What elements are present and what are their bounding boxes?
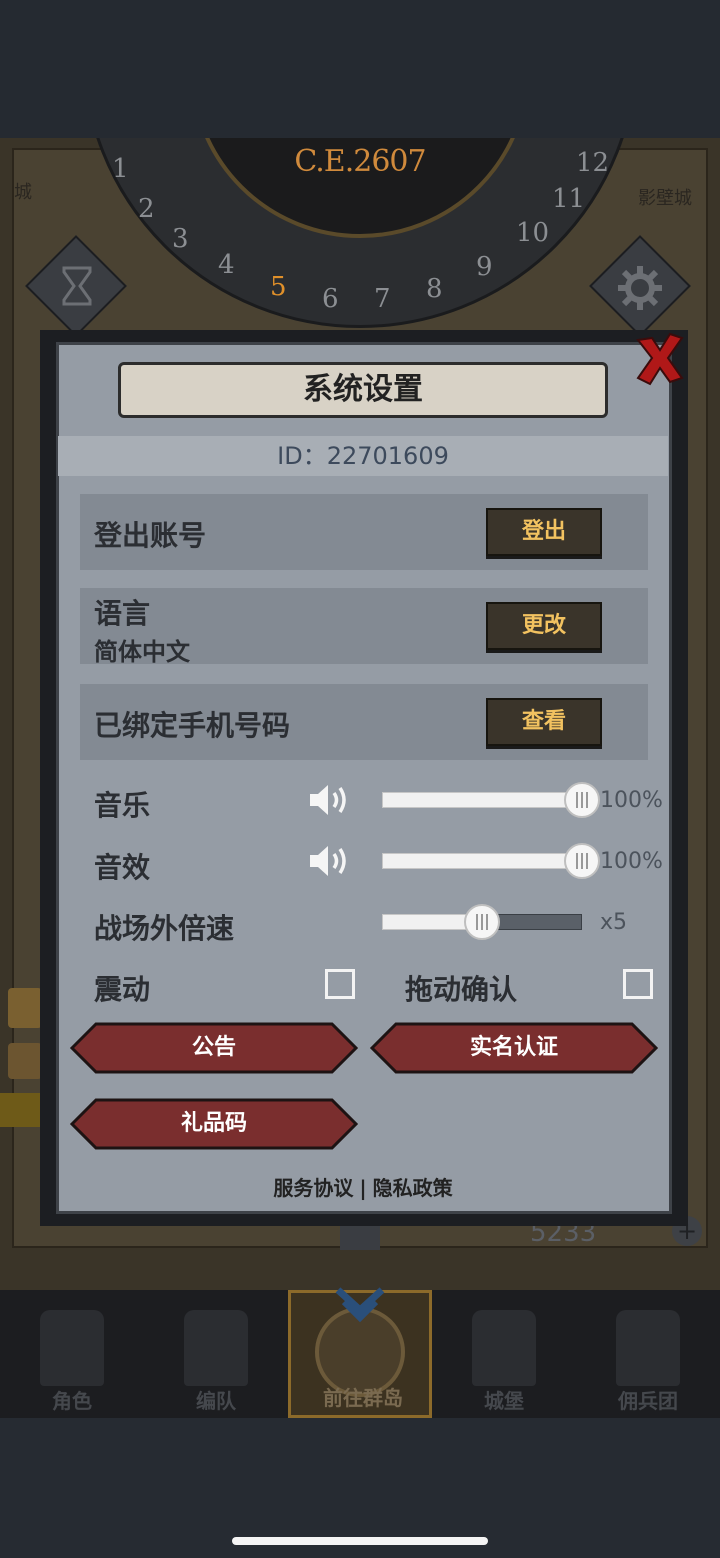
announcement-label: 公告	[191, 1035, 236, 1060]
link-separator: |	[359, 1176, 367, 1200]
language-value: 简体中文	[94, 638, 190, 666]
mail-scroll-icon[interactable]	[8, 1043, 42, 1079]
drag-confirm-label: 拖动确认	[405, 973, 518, 1006]
change-language-button[interactable]: 更改	[486, 602, 602, 650]
footer-links: 服务协议 | 隐私政策	[58, 1172, 668, 1201]
drag-confirm-checkbox[interactable]	[623, 969, 653, 999]
logout-button[interactable]: 登出	[486, 508, 602, 556]
nav-label: 角色	[52, 1389, 92, 1413]
dial-number-9: 9	[476, 252, 493, 282]
scroll-down-button[interactable]	[340, 1222, 380, 1250]
service-agreement-link[interactable]: 服务协议	[273, 1176, 353, 1200]
dial-number-6: 6	[322, 284, 339, 314]
dial-number-1: 1	[112, 154, 129, 184]
helmet-icon	[184, 1310, 248, 1386]
vibrate-checkbox[interactable]	[325, 969, 355, 999]
bottom-nav: 角色 编队 前往群岛 城堡 佣兵团	[0, 1287, 720, 1418]
dial-number-8: 8	[426, 274, 443, 304]
dial-number-5[interactable]: 5	[270, 272, 287, 302]
speaker-icon[interactable]	[308, 782, 352, 818]
castle-icon	[472, 1310, 536, 1386]
gift-code-button[interactable]: 礼品码	[70, 1098, 358, 1150]
phone-label: 已绑定手机号码	[94, 709, 291, 742]
dial-number-2: 2	[138, 194, 155, 224]
dial-number-11: 11	[552, 184, 586, 214]
dial-number-3: 3	[172, 224, 189, 254]
search-icon[interactable]	[0, 1093, 42, 1127]
nav-castle[interactable]: 城堡	[432, 1290, 576, 1418]
nav-character[interactable]: 角色	[0, 1290, 144, 1418]
dial-number-4: 4	[218, 250, 235, 280]
user-id: ID：22701609	[277, 442, 449, 470]
privacy-policy-link[interactable]: 隐私政策	[373, 1176, 453, 1200]
nav-label: 佣兵团	[618, 1389, 678, 1413]
quest-scroll-icon[interactable]	[8, 988, 42, 1028]
city-label: 影壁城	[638, 188, 692, 209]
top-bar	[0, 0, 720, 138]
real-name-auth-label: 实名认证	[469, 1035, 558, 1060]
speed-value: x5	[600, 910, 628, 935]
music-slider-knob[interactable]	[564, 782, 600, 818]
music-value: 100%	[600, 788, 663, 813]
nav-mercenary[interactable]: 佣兵团	[576, 1290, 720, 1418]
home-indicator[interactable]	[232, 1537, 488, 1545]
sfx-label: 音效	[94, 851, 151, 884]
speed-slider-knob[interactable]	[464, 904, 500, 940]
speaker-icon[interactable]	[308, 843, 352, 879]
sfx-slider[interactable]	[382, 853, 582, 869]
city-label-left: 城	[14, 182, 32, 203]
nav-label: 编队	[196, 1389, 236, 1413]
announcement-button[interactable]: 公告	[70, 1022, 358, 1074]
knight-icon	[40, 1310, 104, 1386]
real-name-auth-button[interactable]: 实名认证	[370, 1022, 658, 1074]
dial-number-12: 12	[576, 148, 610, 178]
sfx-value: 100%	[600, 849, 663, 874]
speed-label: 战场外倍速	[94, 912, 235, 945]
banner-icon	[616, 1310, 680, 1386]
close-icon[interactable]	[632, 330, 688, 386]
year-label: C.E.2607	[294, 144, 426, 179]
hourglass-icon	[62, 266, 92, 306]
dialog-title: 系统设置	[303, 372, 423, 407]
nav-label: 城堡	[484, 1389, 524, 1413]
chevron-down-icon	[335, 1287, 385, 1323]
logout-label: 登出账号	[94, 519, 207, 552]
vibrate-label: 震动	[94, 973, 151, 1006]
nav-label: 前往群岛	[323, 1386, 403, 1410]
music-slider[interactable]	[382, 792, 582, 808]
nav-formation[interactable]: 编队	[144, 1290, 288, 1418]
sfx-slider-knob[interactable]	[564, 843, 600, 879]
view-phone-button[interactable]: 查看	[486, 698, 602, 746]
language-label: 语言	[94, 597, 151, 630]
dial-number-10: 10	[516, 218, 550, 248]
gift-code-label: 礼品码	[180, 1111, 247, 1136]
dial-number-7: 7	[374, 284, 391, 314]
music-label: 音乐	[94, 789, 151, 822]
gear-icon	[618, 266, 662, 310]
